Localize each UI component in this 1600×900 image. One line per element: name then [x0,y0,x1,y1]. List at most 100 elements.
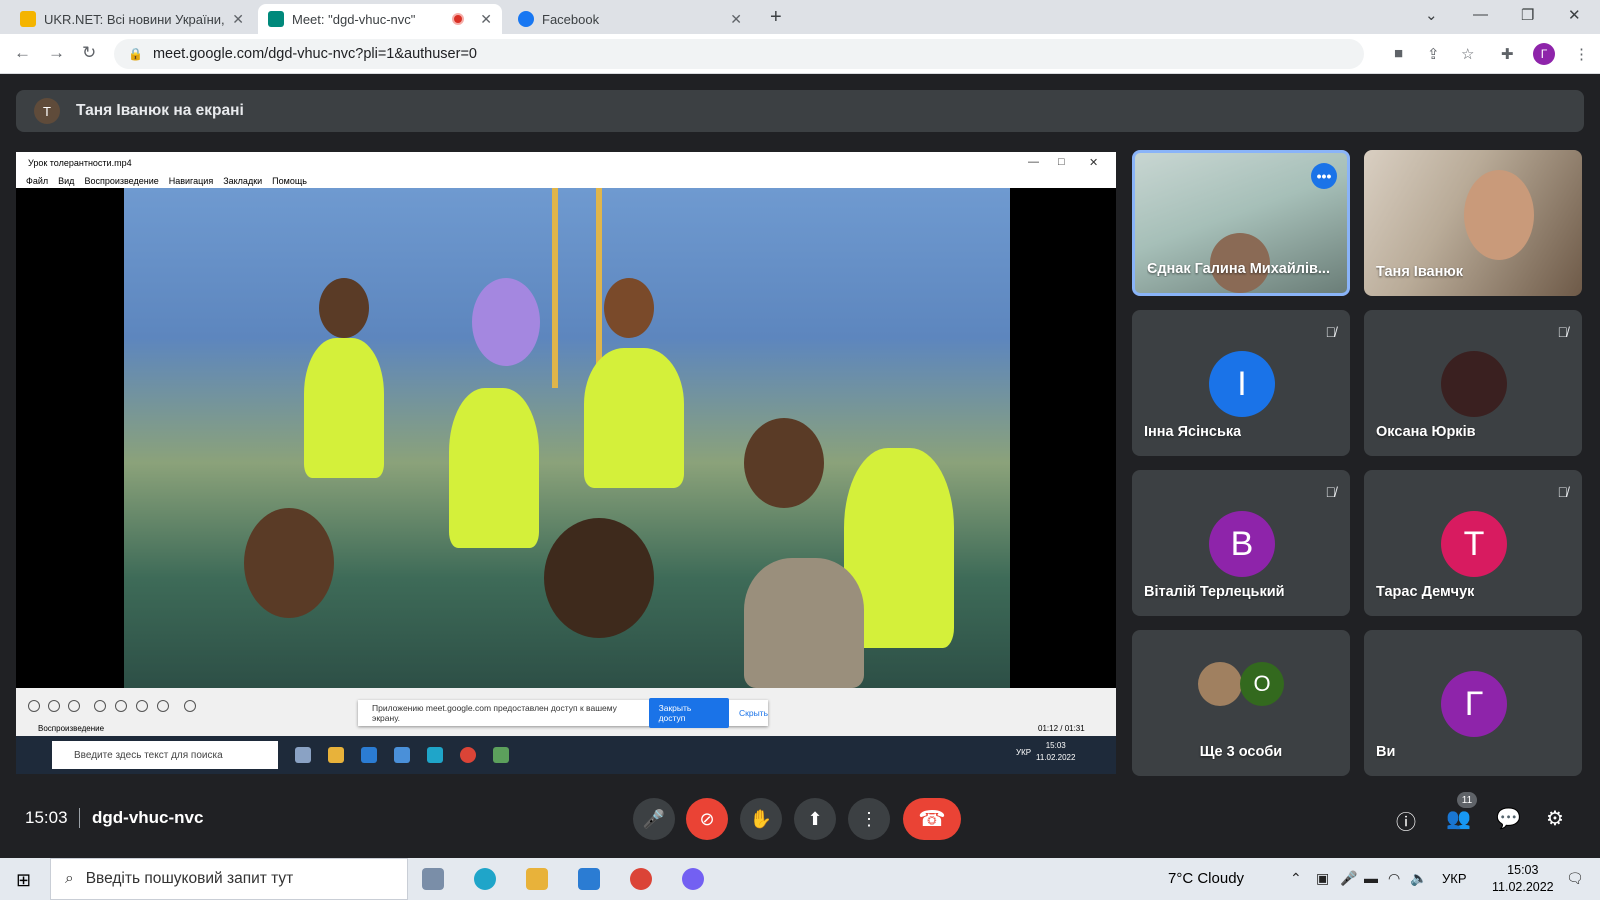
weather-widget[interactable]: 7°C Cloudy [1168,870,1244,887]
participant-tile[interactable]: Таня Іванюк [1364,150,1582,296]
self-tile[interactable]: Г Ви [1364,630,1582,776]
browser-tab-strip: UKR.NET: Всі новини України, о ✕ Meet: "… [0,0,1600,34]
wifi-icon[interactable]: ◠ [1388,870,1400,887]
stop-icon [68,700,80,712]
mic-off-icon: 🎙̸ [1325,484,1337,500]
raise-hand-button[interactable]: ✋ [740,798,782,840]
bookmark-star-icon[interactable]: ☆ [1461,45,1474,63]
task-view-icon[interactable] [422,868,444,890]
edge-icon[interactable] [474,868,496,890]
participant-tile[interactable]: 🎙̸ T Тарас Демчук [1364,470,1582,616]
back-icon[interactable]: ← [14,43,31,63]
child-figure [304,338,384,478]
os-search-box[interactable]: ⌕ Введіть пошуковий запит тут [50,858,408,900]
mic-tray-icon[interactable]: 🎤 [1340,870,1357,887]
player-menu-item: Воспроизведение [84,176,159,186]
participant-video [1464,170,1534,260]
shared-screen: Урок толерантности.mp4 Файл Вид Воспроиз… [16,152,1116,774]
player-menu-item: Помощь [272,176,307,186]
app-icon [493,747,509,763]
tab-facebook[interactable]: Facebook ✕ [508,4,752,34]
meet-favicon-icon [268,11,284,27]
minimize-icon[interactable]: — [1473,6,1488,23]
new-tab-button[interactable]: + [770,6,782,29]
player-minimize-icon: — [1028,156,1039,168]
activities-icon[interactable]: ⚙ [1546,806,1564,831]
participant-tile[interactable]: 🎙̸ I Інна Ясінська [1132,310,1350,456]
os-search-placeholder: Введіть пошуковий запит тут [85,870,294,887]
volume-icon[interactable]: 🔈 [1410,870,1427,887]
search-icon: ⌕ [65,870,74,887]
participant-name: Тарас Демчук [1376,584,1475,600]
participant-tile[interactable]: 🎙̸ В Віталій Терлецький [1132,470,1350,616]
participant-avatar: I [1209,351,1275,417]
recording-indicator-icon [452,13,465,25]
leave-call-button[interactable]: ☎ [903,798,961,840]
participant-tile[interactable]: 🎙̸ Оксана Юрків [1364,310,1582,456]
more-participants-tile[interactable]: O Ще 3 особи [1132,630,1350,776]
meet-control-bar: 15:03 dgd-vhuc-nvc 🎤 ⊘ ✋ ⬆ ⋮ ☎ ⓘ 👥 11 💬 … [0,776,1600,858]
player-menu: Файл Вид Воспроизведение Навигация Закла… [26,176,307,186]
camera-indicator-icon[interactable]: ■ [1394,45,1403,62]
mic-off-icon: 🎙̸ [1557,324,1569,340]
tray-chevron-icon[interactable]: ⌃ [1290,870,1302,887]
mail-icon[interactable] [578,868,600,890]
shared-clock-date: 11.02.2022 [1036,753,1076,762]
system-clock[interactable]: 15:03 11.02.2022 [1492,862,1554,896]
forward-icon[interactable]: → [48,43,65,63]
omnibox[interactable]: 🔒 meet.google.com/dgd-vhuc-nvc?pli=1&aut… [114,39,1364,69]
more-options-icon[interactable]: ••• [1311,163,1337,189]
participant-name: Віталій Терлецький [1144,584,1285,600]
info-icon[interactable]: ⓘ [1396,806,1416,835]
chat-icon[interactable]: 💬 [1496,806,1521,831]
shared-taskbar-search: Введите здесь текст для поиска [52,741,278,769]
meeting-code: dgd-vhuc-nvc [92,808,204,827]
lock-icon: 🔒 [128,47,143,61]
notifications-icon[interactable]: 🗨 [1566,870,1584,887]
close-window-icon[interactable]: ✕ [1568,6,1581,24]
participant-tile[interactable]: ••• Єднак Галина Михайлів... [1132,150,1350,296]
viber-icon[interactable] [682,868,704,890]
hide-notice-button: Скрыть [738,708,768,718]
participant-avatar: O [1240,662,1284,706]
wall-bars [552,188,558,388]
participant-name: Ви [1376,744,1396,760]
close-tab-icon[interactable]: ✕ [232,11,244,28]
people-icon[interactable]: 👥 [1446,806,1471,831]
participant-photo [1441,351,1507,417]
browser-menu-icon[interactable]: ⋮ [1574,45,1589,63]
address-toolbar: ← → ↻ 🔒 meet.google.com/dgd-vhuc-nvc?pli… [0,34,1600,74]
chrome-icon[interactable] [630,868,652,890]
share-icon[interactable]: ⇪ [1427,45,1440,63]
player-menu-item: Вид [58,176,75,186]
microphone-button[interactable]: 🎤 [633,798,675,840]
screen-share-notice: Приложению meet.google.com предоставлен … [358,698,768,728]
tab-title: Facebook [542,11,600,27]
edge-icon [427,747,443,763]
battery-icon[interactable]: ▬ [1364,870,1378,886]
meet-tray-icon[interactable]: ▣ [1316,870,1329,887]
camera-off-button[interactable]: ⊘ [686,798,728,840]
facebook-favicon-icon [518,11,534,27]
close-tab-icon[interactable]: ✕ [480,11,492,28]
input-language[interactable]: УКР [1442,871,1467,886]
tab-meet[interactable]: Meet: "dgd-vhuc-nvc" ✕ [258,4,502,34]
participant-name: Інна Ясінська [1144,424,1242,440]
play-pause-icon [28,700,40,712]
forward-icon [157,700,169,712]
more-options-button[interactable]: ⋮ [848,798,890,840]
extensions-icon[interactable]: ✚ [1501,45,1514,63]
present-button[interactable]: ⬆ [794,798,836,840]
restore-icon[interactable]: ❐ [1521,6,1534,24]
profile-avatar[interactable]: Г [1533,43,1555,65]
close-tab-icon[interactable]: ✕ [730,11,742,28]
tab-search-chevron-icon[interactable]: ⌄ [1425,6,1438,24]
reload-icon[interactable]: ↻ [82,43,96,63]
presenter-avatar: T [34,98,60,124]
tab-ukrnet[interactable]: UKR.NET: Всі новини України, о ✕ [10,4,254,34]
child-figure [744,418,824,508]
windows-start-icon[interactable]: ⊞ [16,870,31,891]
player-status: Воспроизведение [38,724,105,733]
participant-avatar: В [1209,511,1275,577]
file-explorer-icon[interactable] [526,868,548,890]
